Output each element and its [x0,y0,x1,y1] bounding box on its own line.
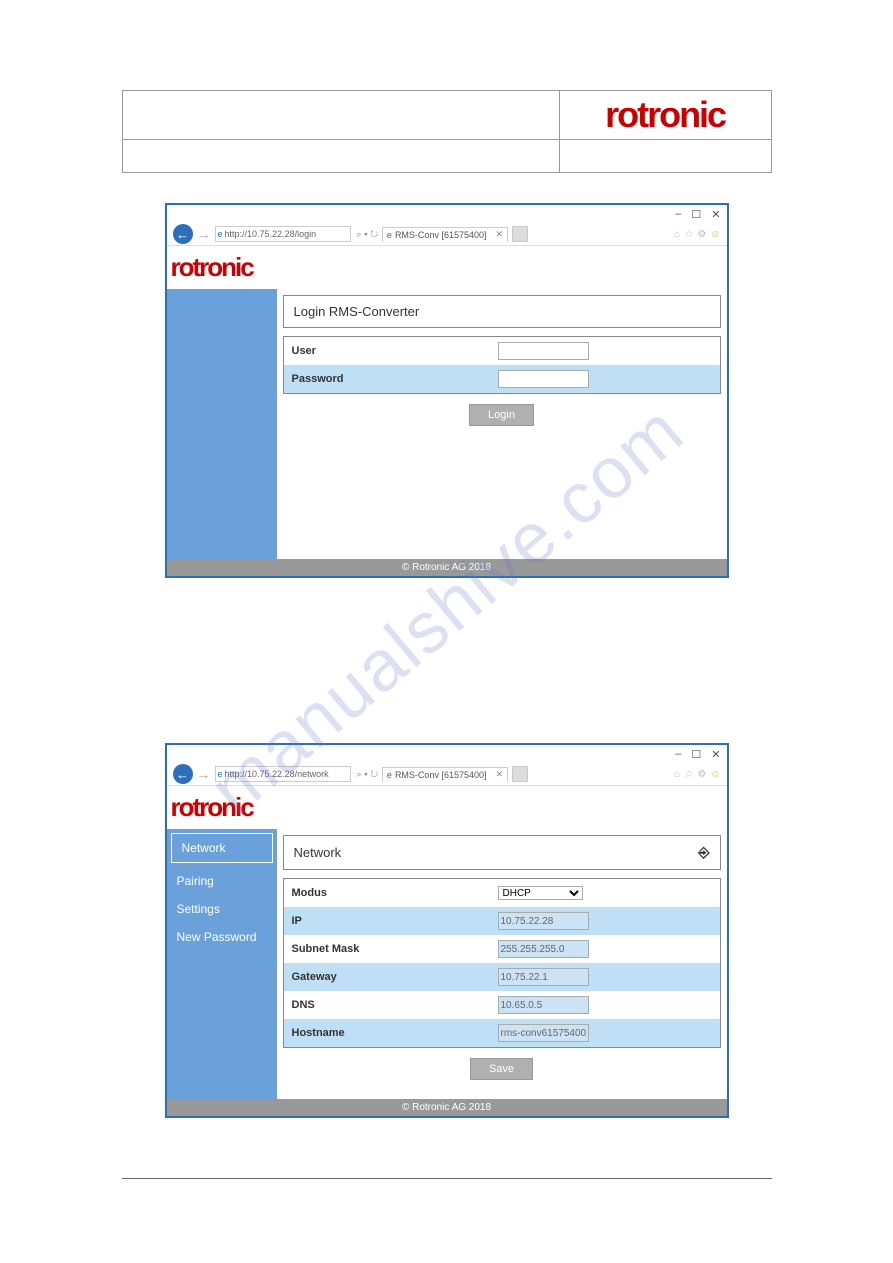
home-icon[interactable]: ⌂ [674,769,680,780]
login-form: User Password [283,336,721,394]
modus-label: Modus [283,879,490,908]
gateway-label: Gateway [283,963,490,991]
sidebar-item-pairing[interactable]: Pairing [167,867,277,895]
favorites-icon[interactable]: ☆ [684,229,693,240]
app-header: rotronic [167,246,727,289]
maximize-icon[interactable]: ☐ [691,748,701,761]
user-input[interactable] [498,342,589,360]
tab-label: RMS-Conv [61575400] [395,770,487,780]
main-content: Network ⎆ Modus DHCP IP Subnet Mask [277,829,727,1099]
maximize-icon[interactable]: ☐ [691,208,701,221]
address-bar: ← → e http://10.75.22.28/network ⌕ ▾ ↻ e… [167,763,727,786]
minimize-icon[interactable]: – [675,208,681,220]
dns-label: DNS [283,991,490,1019]
addr-search-icons[interactable]: ⌕ ▾ ↻ [357,769,378,780]
ip-input[interactable] [498,912,589,930]
minimize-icon[interactable]: – [675,748,681,760]
sidebar: Network Pairing Settings New Password [167,829,277,1099]
ip-label: IP [283,907,490,935]
home-icon[interactable]: ⌂ [674,229,680,240]
tab-close-icon[interactable]: ✕ [496,769,504,780]
doc-header-table: rotronic [122,90,772,173]
close-icon[interactable]: ✕ [711,748,720,761]
header-logo-cell: rotronic [559,91,771,140]
url-field[interactable]: e http://10.75.22.28/network [215,766,351,782]
panel-title: Network ⎆ [283,835,721,870]
new-tab-button[interactable] [512,226,528,242]
panel-title-text: Network [294,845,342,860]
window-titlebar: – ☐ ✕ [167,205,727,223]
feedback-icon[interactable]: ☺ [710,769,720,780]
panel-title-text: Login RMS-Converter [294,304,420,319]
window-titlebar: – ☐ ✕ [167,745,727,763]
forward-button[interactable]: → [197,766,211,782]
back-button[interactable]: ← [173,764,193,784]
browser-tab[interactable]: e RMS-Conv [61575400] ✕ [382,767,508,782]
sidebar-empty [167,289,277,559]
tab-label: RMS-Conv [61575400] [395,230,487,240]
feedback-icon[interactable]: ☺ [710,229,720,240]
url-field[interactable]: e http://10.75.22.28/login [215,226,351,242]
panel-title: Login RMS-Converter [283,295,721,328]
subnet-label: Subnet Mask [283,935,490,963]
rotronic-logo: rotronic [605,94,725,135]
sidebar-item-settings[interactable]: Settings [167,895,277,923]
login-button[interactable]: Login [469,404,534,426]
browser-tab[interactable]: e RMS-Conv [61575400] ✕ [382,227,508,242]
url-text: http://10.75.22.28/network [225,769,329,779]
url-text: http://10.75.22.28/login [225,229,317,239]
toolbar-icons: ⌂ ☆ ⚙ ☺ [674,229,720,240]
tools-icon[interactable]: ⚙ [697,769,706,780]
logout-icon[interactable]: ⎆ [698,844,709,861]
app-header: rotronic [167,786,727,829]
page-rule [122,1178,772,1179]
header-cell-4 [559,140,771,173]
ie-icon: e [387,770,392,780]
screenshot-login: – ☐ ✕ ← → e http://10.75.22.28/login ⌕ ▾… [165,203,729,578]
ie-icon: e [218,229,223,239]
subnet-input[interactable] [498,940,589,958]
app-footer: © Rotronic AG 2018 [167,1099,727,1116]
hostname-label: Hostname [283,1019,490,1048]
app-footer: © Rotronic AG 2018 [167,559,727,576]
modus-select[interactable]: DHCP [498,886,583,900]
sidebar-item-network[interactable]: Network [171,833,273,863]
tab-close-icon[interactable]: ✕ [496,229,504,240]
sidebar-item-new-password[interactable]: New Password [167,923,277,951]
screenshot-network: – ☐ ✕ ← → e http://10.75.22.28/network ⌕… [165,743,729,1118]
rotronic-logo: rotronic [171,252,253,282]
ie-icon: e [218,769,223,779]
forward-button[interactable]: → [197,226,211,242]
dns-input[interactable] [498,996,589,1014]
address-bar: ← → e http://10.75.22.28/login ⌕ ▾ ↻ e R… [167,223,727,246]
main-content: Login RMS-Converter User Password Login [277,289,727,559]
gateway-input[interactable] [498,968,589,986]
password-label: Password [283,365,490,394]
tools-icon[interactable]: ⚙ [697,229,706,240]
back-button[interactable]: ← [173,224,193,244]
ie-icon: e [387,230,392,240]
password-input[interactable] [498,370,589,388]
addr-search-icons[interactable]: ⌕ ▾ ↻ [357,229,378,240]
user-label: User [283,337,490,366]
favorites-icon[interactable]: ☆ [684,769,693,780]
hostname-input[interactable] [498,1024,589,1042]
close-icon[interactable]: ✕ [711,208,720,221]
header-cell-3 [122,140,559,173]
toolbar-icons: ⌂ ☆ ⚙ ☺ [674,769,720,780]
save-button[interactable]: Save [470,1058,533,1080]
rotronic-logo: rotronic [171,792,253,822]
header-cell-1 [122,91,559,140]
network-form: Modus DHCP IP Subnet Mask Gateway [283,878,721,1048]
new-tab-button[interactable] [512,766,528,782]
